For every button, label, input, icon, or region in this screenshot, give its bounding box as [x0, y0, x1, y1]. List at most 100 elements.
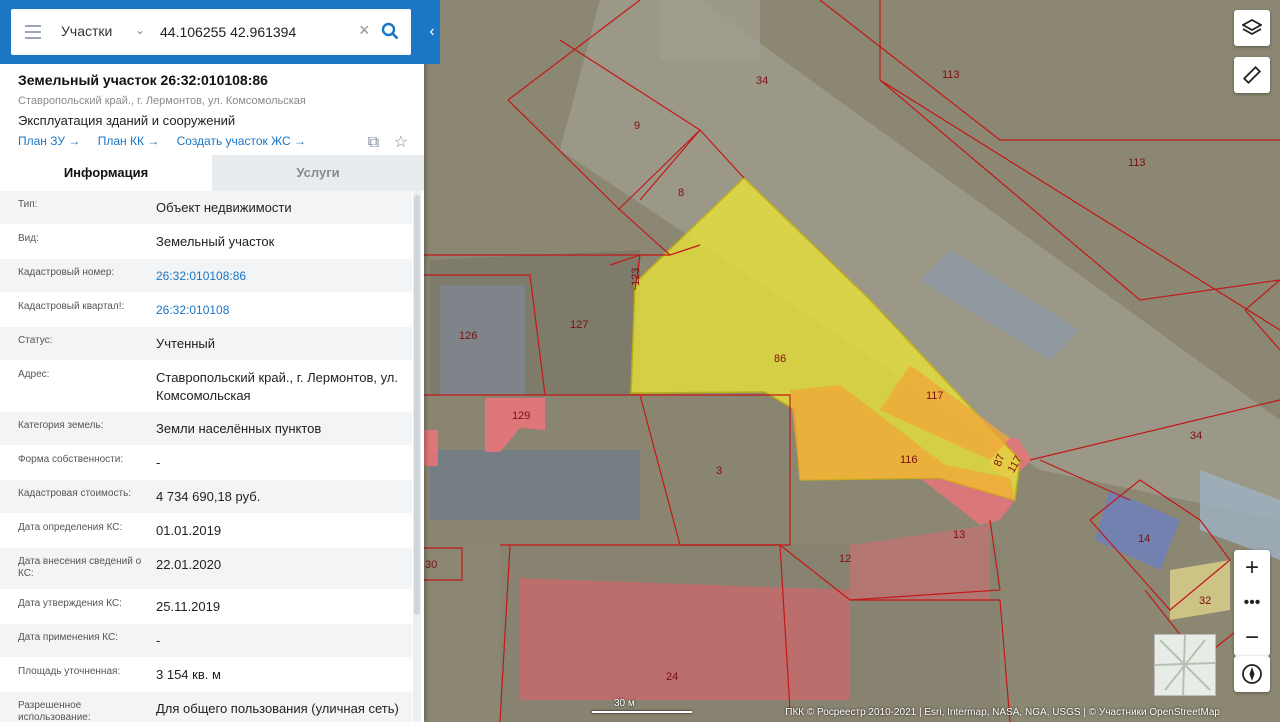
row-label: Статус:: [18, 335, 53, 346]
row-value: -: [156, 633, 161, 648]
menu-icon[interactable]: [25, 25, 41, 39]
row-value: -: [156, 455, 161, 470]
parcel-label: 129: [512, 410, 530, 422]
object-title: Земельный участок 26:32:010108:86: [18, 72, 268, 88]
row-label: Дата внесения сведений о КС:: [18, 556, 142, 579]
row-value: Ставропольский край., г. Лермонтов, ул. …: [156, 370, 398, 403]
table-row: Дата определения КС: 01.01.2019: [0, 514, 412, 548]
more-button[interactable]: •••: [1234, 585, 1270, 620]
row-label: Вид:: [18, 233, 39, 244]
zoom-controls: + ••• −: [1234, 550, 1270, 656]
parcel-label: 9: [634, 120, 640, 132]
parcel-label: 13: [953, 529, 965, 541]
table-row: Дата применения КС: -: [0, 624, 412, 658]
zoom-out-button[interactable]: −: [1234, 620, 1270, 655]
row-label: Дата применения КС:: [18, 632, 119, 643]
info-panel: Участки ⌄ × Земельный участок 26:32:0101…: [0, 0, 424, 722]
table-row: Кадастровый номер: 26:32:010108:86: [0, 259, 412, 293]
collapse-panel-button[interactable]: ‹: [424, 0, 440, 64]
table-row: Дата утверждения КС: 25.11.2019: [0, 590, 412, 624]
parcel-label: 34: [1190, 430, 1202, 442]
row-label: Форма собственности:: [18, 454, 124, 465]
parcel-label: 116: [900, 454, 918, 466]
parcel-label: 34: [756, 75, 768, 87]
search-type-select[interactable]: Участки: [61, 23, 112, 39]
row-value: 3 154 кв. м: [156, 667, 221, 682]
row-value: Земли населённых пунктов: [156, 421, 322, 436]
parcel-label: 117: [926, 390, 944, 402]
plan-zu-link[interactable]: План ЗУ →: [18, 134, 80, 148]
parcel-label: 14: [1138, 533, 1150, 545]
row-value: Учтенный: [156, 336, 216, 351]
row-label: Тип:: [18, 199, 38, 210]
star-icon[interactable]: ☆: [394, 134, 408, 151]
chevron-down-icon[interactable]: ⌄: [135, 23, 145, 37]
table-row: Адрес: Ставропольский край., г. Лермонто…: [0, 361, 412, 412]
parcel-label: 123: [630, 268, 642, 286]
info-table: Тип: Объект недвижимости Вид: Земельный …: [0, 191, 412, 722]
scale-bar: 30 м: [592, 698, 694, 713]
row-value: 01.01.2019: [156, 523, 222, 538]
search-bar: Участки ⌄ ×: [0, 0, 424, 64]
object-usage: Эксплуатация зданий и сооружений: [18, 113, 236, 128]
row-label: Адрес:: [18, 369, 50, 380]
table-row: Вид: Земельный участок: [0, 225, 412, 259]
row-value: Земельный участок: [156, 234, 275, 249]
search-icon[interactable]: [381, 22, 399, 40]
parcel-label: 32: [1199, 595, 1211, 607]
search-box: Участки ⌄ ×: [11, 9, 411, 55]
tabs: Информация Услуги: [0, 155, 424, 191]
action-links: План ЗУ → План КК → Создать участок ЖС →: [18, 134, 320, 148]
row-value: 22.01.2020: [156, 557, 222, 572]
row-label: Разрешенное использование:: [18, 700, 91, 722]
document-search-icon[interactable]: ⧉: [368, 134, 379, 151]
object-header: Земельный участок 26:32:010108:86 Ставро…: [0, 64, 424, 162]
minimap[interactable]: [1154, 634, 1216, 696]
parcel-label: 24: [666, 671, 678, 683]
search-input[interactable]: [160, 21, 356, 43]
row-value: 4 734 690,18 руб.: [156, 489, 261, 504]
clear-icon[interactable]: ×: [359, 21, 370, 39]
cadastral-number-link[interactable]: 26:32:010108:86: [144, 259, 256, 292]
row-label: Кадастровый номер:: [18, 267, 115, 278]
row-label: Дата утверждения КС:: [18, 598, 122, 609]
plan-kk-link[interactable]: План КК →: [98, 134, 160, 148]
row-label: Категория земель:: [18, 420, 104, 431]
table-row: Площадь уточненная: 3 154 кв. м: [0, 658, 412, 692]
compass-icon: [1242, 664, 1262, 684]
parcel-label: 30: [425, 559, 437, 571]
object-address: Ставропольский край., г. Лермонтов, ул. …: [18, 95, 306, 107]
table-row: Тип: Объект недвижимости: [0, 191, 412, 225]
row-value: Для общего пользования (уличная сеть): [156, 701, 399, 716]
table-row: Категория земель: Земли населённых пункт…: [0, 412, 412, 446]
compass-button[interactable]: [1234, 656, 1270, 692]
row-label: Площадь уточненная:: [18, 666, 121, 677]
parcel-label: 113: [942, 69, 960, 81]
table-row: Разрешенное использование: Для общего по…: [0, 692, 412, 722]
parcel-label: 127: [570, 319, 588, 331]
parcel-label: 86: [774, 353, 786, 365]
parcel-label: 12: [839, 553, 851, 565]
scale-line: [592, 711, 692, 713]
zoom-in-button[interactable]: +: [1234, 550, 1270, 585]
table-row: Дата внесения сведений о КС: 22.01.2020: [0, 548, 412, 590]
parcel-label: 3: [716, 465, 722, 477]
tab-services[interactable]: Услуги: [212, 155, 424, 191]
table-row: Статус: Учтенный: [0, 327, 412, 361]
layers-button[interactable]: [1234, 10, 1270, 46]
measure-button[interactable]: [1234, 57, 1270, 93]
minimap-graphic: [1154, 634, 1216, 696]
parcel-label: 113: [1128, 157, 1146, 169]
scale-label: 30 м: [614, 698, 635, 709]
parcel-label: 126: [459, 330, 477, 342]
row-label: Кадастровая стоимость:: [18, 488, 132, 499]
scrollbar-thumb[interactable]: [414, 195, 420, 615]
row-value: Объект недвижимости: [156, 200, 292, 215]
ruler-icon: [1242, 65, 1262, 85]
create-plot-link[interactable]: Создать участок ЖС →: [177, 134, 306, 148]
table-row: Кадастровый квартал!: 26:32:010108: [0, 293, 412, 327]
tab-info[interactable]: Информация: [0, 155, 212, 191]
parcel-label: 8: [678, 187, 684, 199]
table-row: Форма собственности: -: [0, 446, 412, 480]
cadastral-quarter-link[interactable]: 26:32:010108: [144, 293, 239, 326]
